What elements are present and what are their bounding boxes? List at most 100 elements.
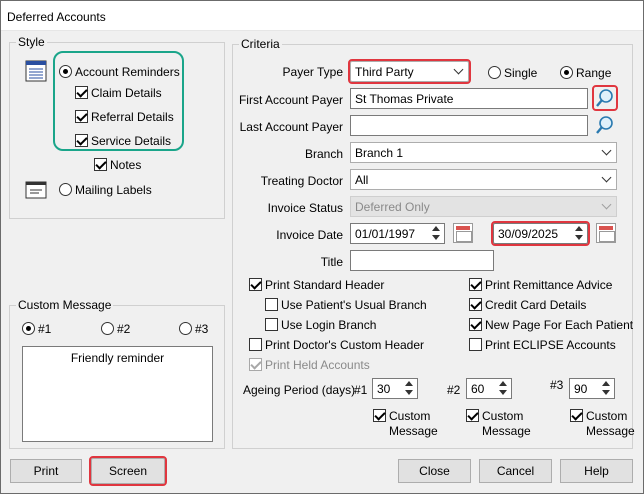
date-spinner-icon[interactable] [572, 225, 586, 242]
ageing-1-message-label: Message [389, 424, 438, 438]
first-account-payer-label: First Account Payer [238, 93, 343, 107]
ageing-2-input[interactable]: 60 [466, 378, 512, 399]
payer-single-radio[interactable] [488, 66, 501, 79]
invoice-date-to-input[interactable]: 30/09/2025 [491, 221, 590, 246]
ageing-3-custom-message-checkbox[interactable] [570, 409, 583, 422]
account-reminders-radio[interactable] [59, 65, 72, 78]
claim-details-checkbox[interactable] [75, 86, 88, 99]
mailing-labels-radio[interactable] [59, 183, 72, 196]
custom-message-3-radio[interactable] [179, 322, 192, 335]
ageing-2-label: #2 [447, 383, 461, 397]
invoice-date-label: Invoice Date [276, 228, 343, 242]
use-login-branch-checkbox[interactable] [265, 318, 278, 331]
custom-message-3-label: #3 [195, 322, 209, 336]
print-remittance-advice-label: Print Remittance Advice [485, 278, 613, 292]
ageing-spinner-icon[interactable] [496, 380, 510, 397]
payer-type-label: Payer Type [282, 65, 343, 79]
ageing-3-label: #3 [550, 378, 564, 392]
style-group-label: Style [16, 35, 47, 49]
ageing-2-custom-label: Custom [482, 409, 524, 423]
branch-label: Branch [304, 147, 343, 161]
payer-single-label: Single [504, 66, 538, 80]
first-account-payer-search-icon[interactable] [592, 85, 618, 111]
title-bar: Deferred Accounts [1, 1, 643, 31]
credit-card-details-label: Credit Card Details [485, 298, 587, 312]
referral-details-label: Referral Details [91, 110, 174, 124]
last-account-payer-input[interactable] [350, 115, 588, 136]
ageing-1-input[interactable]: 30 [372, 378, 418, 399]
screen-button[interactable]: Screen [89, 456, 167, 486]
print-held-accounts-checkbox [249, 358, 262, 371]
ageing-3-message-label: Message [586, 424, 635, 438]
ageing-1-custom-label: Custom [389, 409, 431, 423]
criteria-group-label: Criteria [239, 37, 282, 51]
payer-type-select[interactable]: Third Party [348, 59, 471, 84]
branch-select[interactable]: Branch 1 [350, 142, 617, 163]
close-button[interactable]: Close [398, 459, 471, 483]
custom-message-group-label: Custom Message [16, 298, 114, 312]
use-patients-usual-branch-checkbox[interactable] [265, 298, 278, 311]
payer-type-value: Third Party [355, 65, 414, 79]
print-standard-header-label: Print Standard Header [265, 278, 385, 292]
notes-checkbox[interactable] [94, 158, 107, 171]
service-details-label: Service Details [91, 134, 172, 148]
cancel-button[interactable]: Cancel [479, 459, 552, 483]
window-title: Deferred Accounts [7, 10, 106, 24]
credit-card-details-checkbox[interactable] [469, 298, 482, 311]
custom-message-text[interactable]: Friendly reminder [22, 346, 213, 442]
ageing-1-custom-message-checkbox[interactable] [373, 409, 386, 422]
invoice-date-to-calendar-icon[interactable] [596, 223, 616, 243]
ageing-3-custom-label: Custom [586, 409, 628, 423]
new-page-for-each-patient-label: New Page For Each Patient [485, 318, 634, 332]
use-patients-usual-branch-label: Use Patient's Usual Branch [281, 298, 427, 312]
ageing-spinner-icon[interactable] [402, 380, 416, 397]
chevron-down-icon [453, 64, 464, 75]
deferred-accounts-window: Deferred Accounts Style Account Reminder… [0, 0, 644, 494]
print-eclipse-accounts-label: Print ECLIPSE Accounts [485, 338, 616, 352]
print-doctors-custom-header-checkbox[interactable] [249, 338, 262, 351]
print-remittance-advice-checkbox[interactable] [469, 278, 482, 291]
print-standard-header-checkbox[interactable] [249, 278, 262, 291]
ageing-1-label: #1 [354, 383, 368, 397]
ageing-3-input[interactable]: 90 [569, 378, 615, 399]
mailing-label-icon [25, 181, 47, 199]
claim-details-label: Claim Details [91, 86, 162, 100]
ageing-2-message-label: Message [482, 424, 531, 438]
invoice-date-to-value: 30/09/2025 [498, 227, 559, 241]
ageing-2-value: 60 [471, 382, 485, 396]
invoice-date-from-value: 01/01/1997 [355, 227, 416, 241]
branch-value: Branch 1 [355, 146, 404, 160]
invoice-date-from-calendar-icon[interactable] [453, 223, 473, 243]
invoice-date-from-input[interactable]: 01/01/1997 [350, 223, 445, 244]
custom-message-2-radio[interactable] [101, 322, 114, 335]
new-page-for-each-patient-checkbox[interactable] [469, 318, 482, 331]
print-eclipse-accounts-checkbox[interactable] [469, 338, 482, 351]
first-account-payer-input[interactable]: St Thomas Private [350, 88, 588, 109]
date-spinner-icon[interactable] [429, 225, 443, 242]
invoice-status-value: Deferred Only [355, 200, 430, 214]
ageing-spinner-icon[interactable] [599, 380, 613, 397]
use-login-branch-label: Use Login Branch [281, 318, 377, 332]
document-list-icon [25, 60, 47, 82]
title-label: Title [320, 255, 343, 269]
custom-message-1-radio[interactable] [22, 322, 35, 335]
service-details-checkbox[interactable] [75, 134, 88, 147]
print-doctors-custom-header-label: Print Doctor's Custom Header [265, 338, 425, 352]
chevron-down-icon [601, 145, 612, 156]
payer-range-label: Range [576, 66, 612, 80]
ageing-2-custom-message-checkbox[interactable] [466, 409, 479, 422]
payer-range-radio[interactable] [560, 66, 573, 79]
notes-label: Notes [110, 158, 142, 172]
print-held-accounts-label: Print Held Accounts [265, 358, 370, 372]
print-button[interactable]: Print [10, 459, 82, 483]
help-button[interactable]: Help [560, 459, 633, 483]
chevron-down-icon [601, 199, 612, 210]
referral-details-checkbox[interactable] [75, 110, 88, 123]
custom-message-1-label: #1 [38, 322, 52, 336]
invoice-status-label: Invoice Status [267, 201, 343, 215]
title-input[interactable] [350, 250, 494, 271]
treating-doctor-select[interactable]: All [350, 169, 617, 190]
mailing-labels-label: Mailing Labels [75, 183, 152, 197]
account-reminders-label: Account Reminders [75, 65, 180, 79]
last-account-payer-search-icon[interactable] [594, 114, 616, 136]
